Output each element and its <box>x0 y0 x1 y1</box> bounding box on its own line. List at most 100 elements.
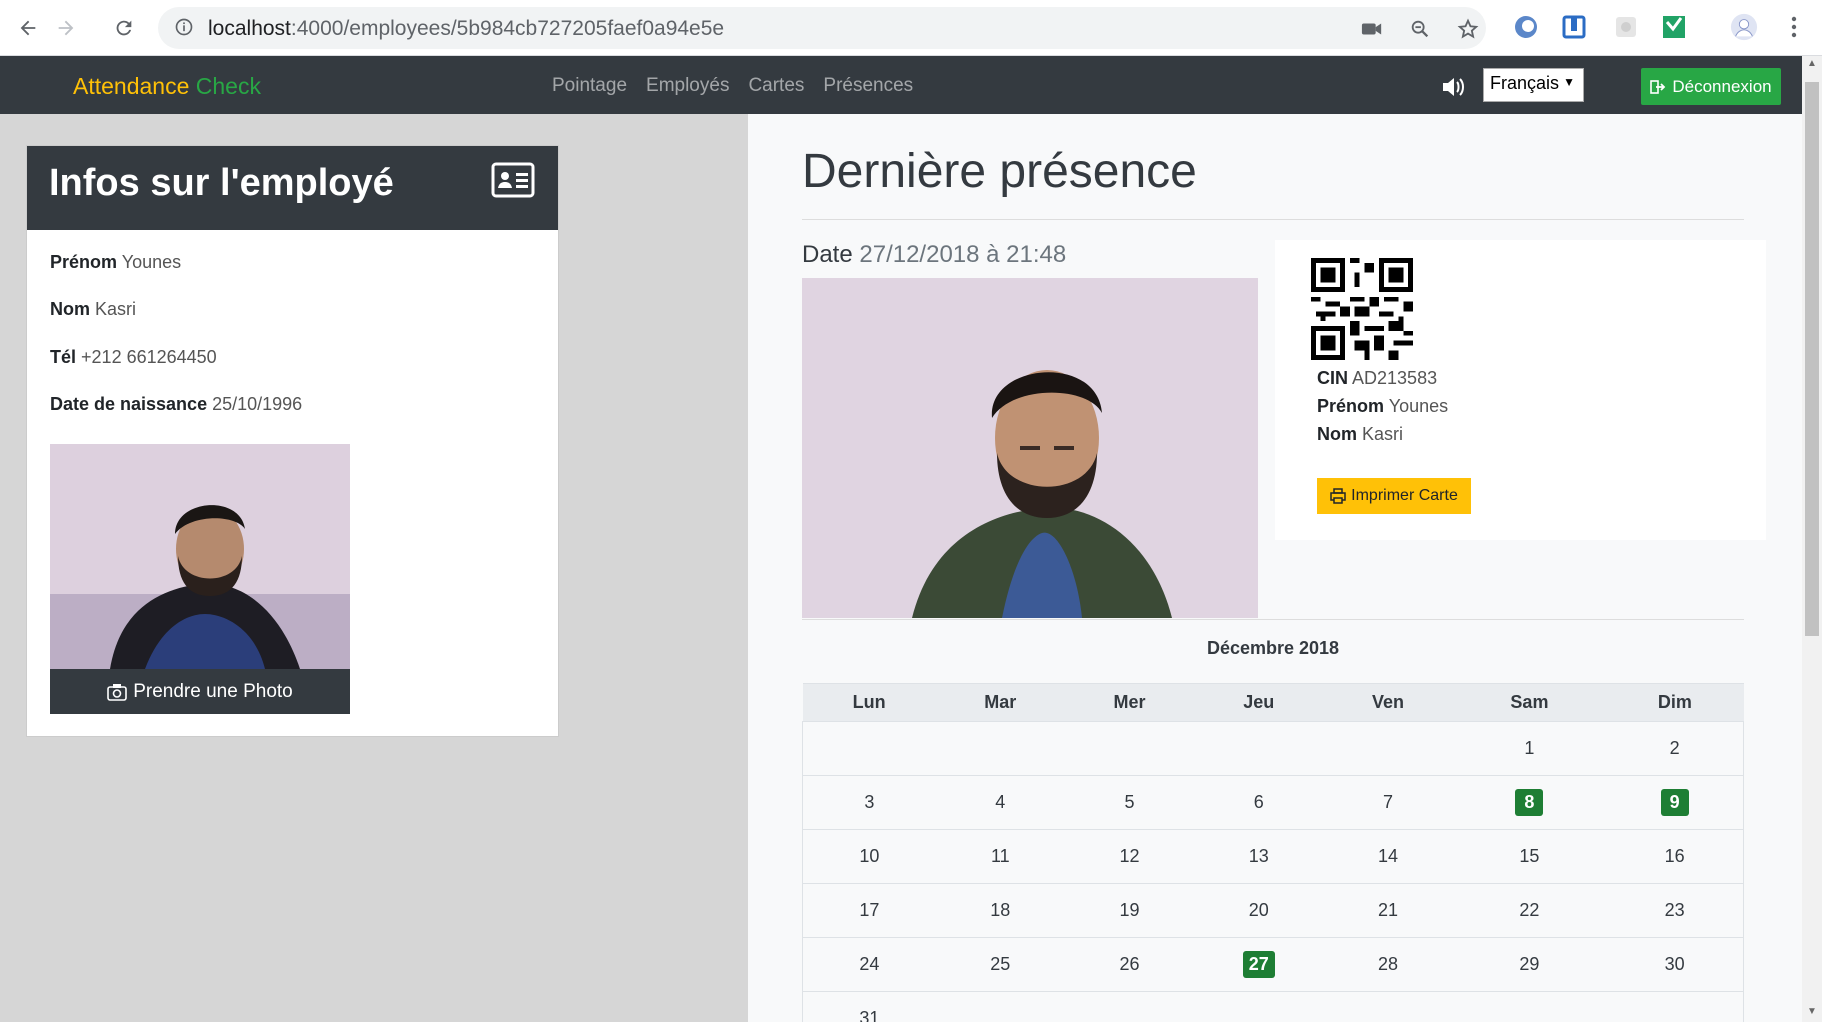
nav-link-cartes[interactable]: Cartes <box>748 75 804 97</box>
weekday-header: Mer <box>1064 683 1195 722</box>
calendar-day[interactable]: 26 <box>1064 937 1195 992</box>
calendar-day[interactable]: 15 <box>1452 829 1607 884</box>
brand-logo[interactable]: Attendance Check <box>73 73 261 100</box>
day-number: 30 <box>1664 954 1685 974</box>
day-number: 16 <box>1664 846 1685 866</box>
day-number: 19 <box>1119 900 1140 920</box>
calendar-day[interactable]: 9 <box>1606 775 1745 830</box>
presence-photo <box>802 278 1258 618</box>
camera-icon[interactable] <box>1360 17 1384 41</box>
calendar-day[interactable]: 25 <box>935 937 1065 992</box>
profile-icon[interactable] <box>1730 13 1758 41</box>
weekday-header: Jeu <box>1194 683 1324 722</box>
url-host: localhost <box>208 17 291 40</box>
weekday-header: Ven <box>1323 683 1453 722</box>
address-bar[interactable]: localhost:4000/employees/5b984cb727205fa… <box>158 7 1486 49</box>
calendar-empty-cell <box>1452 991 1607 1022</box>
nav-link-presences[interactable]: Présences <box>823 75 913 97</box>
calendar-day[interactable]: 29 <box>1452 937 1607 992</box>
vertical-scrollbar[interactable]: ▲ ▼ <box>1802 56 1822 1022</box>
id-field-label: Prénom <box>1317 396 1385 416</box>
scrollbar-thumb[interactable] <box>1805 82 1819 636</box>
calendar-day[interactable]: 21 <box>1323 883 1453 938</box>
calendar-day[interactable]: 20 <box>1194 883 1324 938</box>
present-day-badge: 9 <box>1660 789 1689 816</box>
nav-link-employes[interactable]: Employés <box>646 75 729 97</box>
brand-part2: Check <box>195 73 261 99</box>
calendar-day[interactable]: 27 <box>1194 937 1324 992</box>
day-number: 3 <box>864 792 875 812</box>
extension-icon-1[interactable] <box>1512 13 1540 41</box>
forward-icon[interactable] <box>48 10 84 46</box>
speaker-icon[interactable] <box>1441 76 1467 98</box>
extension-icon-3[interactable] <box>1612 13 1640 41</box>
info-icon[interactable] <box>174 17 194 42</box>
id-field-nom: Nom Kasri <box>1317 424 1403 445</box>
calendar-day[interactable]: 19 <box>1064 883 1195 938</box>
scroll-down-icon[interactable]: ▼ <box>1806 1006 1818 1018</box>
day-number: 17 <box>859 900 880 920</box>
calendar-day[interactable]: 23 <box>1606 883 1745 938</box>
back-icon[interactable] <box>10 10 46 46</box>
calendar-day[interactable]: 17 <box>801 883 936 938</box>
day-number: 29 <box>1519 954 1540 974</box>
calendar-day[interactable]: 24 <box>801 937 936 992</box>
field-nom: Nom Kasri <box>50 299 136 320</box>
day-number: 1 <box>1524 738 1535 758</box>
calendar-day[interactable]: 16 <box>1606 829 1745 884</box>
extension-icon-4[interactable] <box>1660 13 1688 41</box>
calendar-day[interactable]: 6 <box>1194 775 1324 830</box>
printer-icon <box>1330 488 1346 504</box>
calendar-day[interactable]: 13 <box>1194 829 1324 884</box>
dropdown-arrow-icon: ▼ <box>1563 75 1575 89</box>
calendar-day[interactable]: 5 <box>1064 775 1195 830</box>
reload-icon[interactable] <box>106 10 142 46</box>
calendar-day[interactable]: 22 <box>1452 883 1607 938</box>
calendar-day[interactable]: 18 <box>935 883 1065 938</box>
calendar-day[interactable]: 28 <box>1323 937 1453 992</box>
take-photo-button[interactable]: Prendre une Photo <box>50 669 350 714</box>
field-value: Kasri <box>95 299 137 319</box>
calendar-day[interactable]: 31 <box>801 991 936 1022</box>
day-number: 26 <box>1119 954 1140 974</box>
extension-icon-2[interactable] <box>1560 13 1588 41</box>
calendar-empty-cell <box>1323 991 1453 1022</box>
calendar-empty-cell <box>1606 991 1745 1022</box>
day-number: 10 <box>859 846 880 866</box>
calendar-day[interactable]: 12 <box>1064 829 1195 884</box>
calendar-day[interactable]: 14 <box>1323 829 1453 884</box>
zoom-icon[interactable] <box>1408 17 1432 41</box>
calendar-day[interactable]: 11 <box>935 829 1065 884</box>
calendar-day[interactable]: 7 <box>1323 775 1453 830</box>
calendar-day[interactable]: 30 <box>1606 937 1745 992</box>
day-number: 28 <box>1378 954 1399 974</box>
logout-button[interactable]: Déconnexion <box>1641 68 1781 105</box>
language-select[interactable]: Français ▼ <box>1483 68 1584 102</box>
calendar-week-row: 31 <box>801 991 1745 1022</box>
calendar-day[interactable]: 8 <box>1452 775 1607 830</box>
brand-part1: Attendance <box>73 73 190 99</box>
calendar-day[interactable]: 1 <box>1452 721 1607 776</box>
calendar-day[interactable]: 10 <box>801 829 936 884</box>
calendar-day[interactable]: 4 <box>935 775 1065 830</box>
nav-link-pointage[interactable]: Pointage <box>552 75 627 97</box>
divider <box>802 219 1744 220</box>
scroll-up-icon[interactable]: ▲ <box>1806 58 1818 70</box>
qr-code <box>1311 258 1413 360</box>
employee-info-card: Infos sur l'employé Prénom Younes Nom Ka… <box>26 145 559 737</box>
calendar-body: 1 2 3 4 5 6 7 8 9 10 11 12 13 14 15 16 17 18 19 20 21 22 23 24 2… <box>801 721 1745 1022</box>
menu-icon[interactable] <box>1780 13 1808 41</box>
calendar-week-row: 12 <box>801 721 1745 776</box>
print-card-button[interactable]: Imprimer Carte <box>1317 478 1471 514</box>
calendar-day[interactable]: 2 <box>1606 721 1745 776</box>
calendar-day[interactable]: 3 <box>801 775 936 830</box>
id-field-cin: CIN AD213583 <box>1317 368 1437 389</box>
presence-date: Date 27/12/2018 à 21:48 <box>802 241 1066 269</box>
star-icon[interactable] <box>1456 17 1480 41</box>
id-field-label: Nom <box>1317 424 1357 444</box>
day-number: 2 <box>1669 738 1680 758</box>
calendar-empty-cell <box>801 721 936 776</box>
logout-icon <box>1650 79 1666 94</box>
day-number: 18 <box>990 900 1011 920</box>
day-number: 24 <box>859 954 880 974</box>
